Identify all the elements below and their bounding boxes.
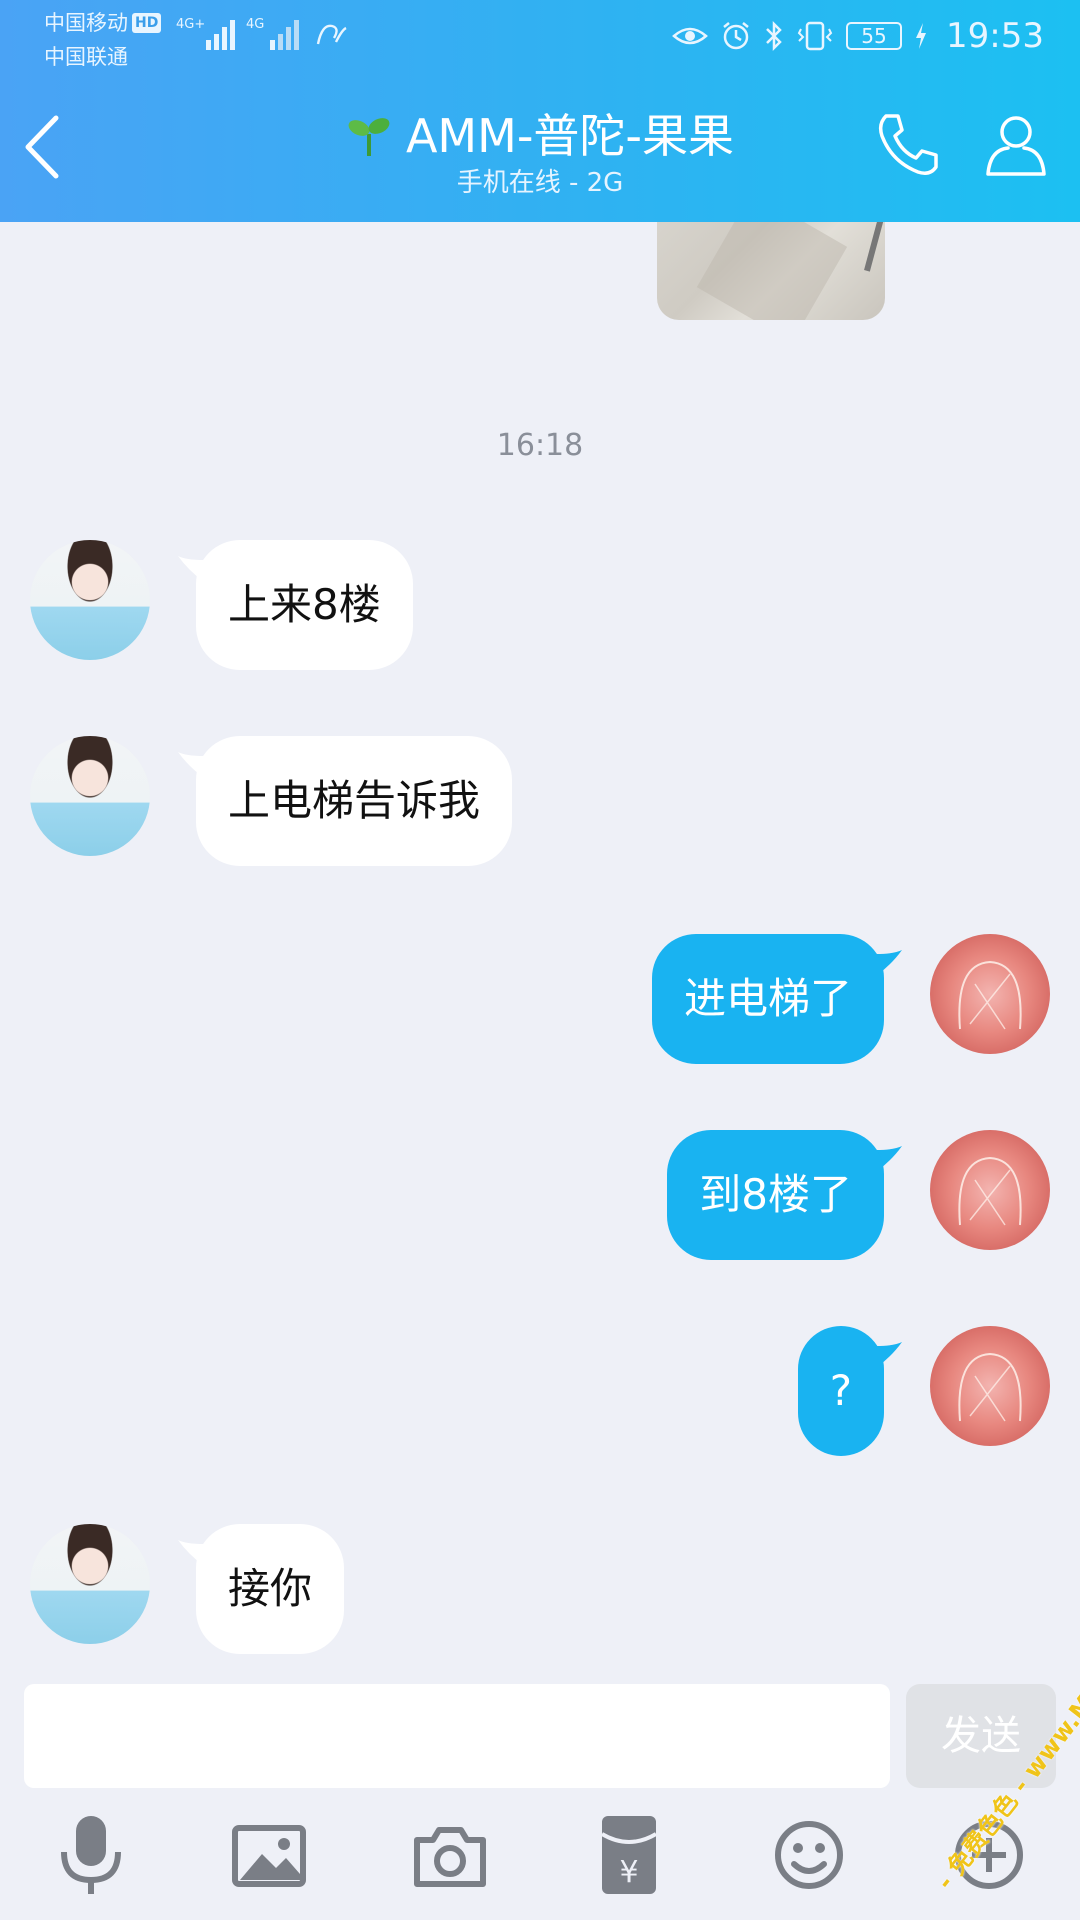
sprout-icon <box>348 118 390 156</box>
my-avatar[interactable] <box>930 1130 1050 1250</box>
status-time: 19:53 <box>946 16 1044 56</box>
message-bubble-incoming[interactable]: 上来8楼 <box>196 540 413 670</box>
carrier-1: 中国移动 <box>44 11 128 35</box>
message-timestamp: 16:18 <box>496 428 584 463</box>
message-bubble-outgoing[interactable]: 到8楼了 <box>667 1130 884 1260</box>
phone-icon[interactable] <box>872 108 944 180</box>
bluetooth-icon <box>766 20 782 52</box>
chat-title: AMM-普陀-果果 <box>405 109 735 163</box>
signal-icon-2: 4G <box>246 17 299 50</box>
message-bubble-outgoing[interactable]: ? <box>797 1326 884 1456</box>
svg-text:¥: ¥ <box>619 1855 638 1890</box>
message-bubble-incoming[interactable]: 上电梯告诉我 <box>196 736 513 866</box>
contact-avatar[interactable] <box>30 736 150 856</box>
contact-avatar[interactable] <box>30 540 150 660</box>
carrier-2: 中国联通 <box>44 45 128 69</box>
my-avatar[interactable] <box>930 1326 1050 1446</box>
profile-icon[interactable] <box>980 108 1052 180</box>
my-avatar[interactable] <box>930 934 1050 1054</box>
emoji-icon[interactable] <box>764 1810 854 1900</box>
input-toolbar: ¥ <box>0 1810 1080 1910</box>
microphone-icon[interactable] <box>46 1810 136 1900</box>
eye-icon <box>672 27 708 45</box>
status-bar-left: 中国移动 HD 中国联通 <box>44 6 162 74</box>
status-bar-right: 55 19:53 <box>672 14 1044 58</box>
message-bubble-incoming[interactable]: 接你 <box>196 1524 345 1654</box>
message-list[interactable]: 16:18 上来8楼 上电梯告诉我 进电梯了 到8楼了 ? 接你 <box>0 222 1080 1682</box>
svg-text:4G+: 4G+ <box>176 17 205 32</box>
camera-icon[interactable] <box>405 1810 495 1900</box>
message-input[interactable] <box>24 1684 890 1788</box>
image-message[interactable] <box>657 222 885 320</box>
svg-text:4G: 4G <box>246 17 264 32</box>
hd-badge: HD <box>132 13 162 33</box>
signal-icon-1: 4G+ <box>176 17 235 50</box>
contact-avatar[interactable] <box>30 1524 150 1644</box>
vibrate-icon <box>797 21 833 51</box>
image-icon[interactable] <box>224 1810 314 1900</box>
charging-icon <box>916 23 927 49</box>
chat-header: 中国移动 HD 中国联通 4G+ 4G 55 19:53 AMM-普陀-果果 手… <box>0 0 1080 222</box>
message-bubble-outgoing[interactable]: 进电梯了 <box>651 934 884 1064</box>
red-packet-icon[interactable]: ¥ <box>584 1810 674 1900</box>
battery-indicator: 55 <box>846 22 903 50</box>
alarm-icon <box>723 22 749 50</box>
hdvoice-icon <box>316 24 347 45</box>
